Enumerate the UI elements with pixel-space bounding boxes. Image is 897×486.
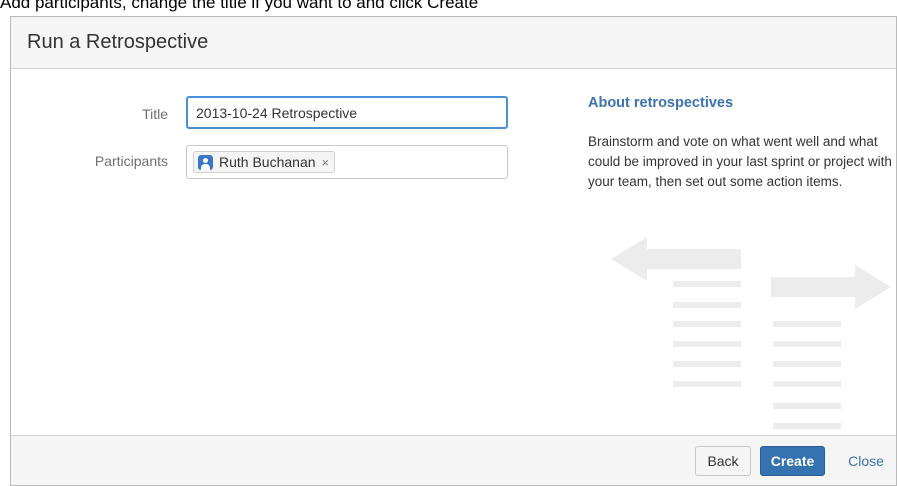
- participants-label: Participants: [94, 153, 168, 169]
- participant-name: Ruth Buchanan: [219, 154, 316, 170]
- title-label: Title: [142, 106, 168, 122]
- instruction-caption: Add participants, change the title if yo…: [0, 0, 479, 12]
- retrospective-illustration: [611, 237, 891, 429]
- right-arrow-icon: [771, 265, 891, 309]
- left-list-lines: [673, 281, 741, 387]
- create-button[interactable]: Create: [760, 446, 825, 476]
- back-button[interactable]: Back: [695, 446, 751, 476]
- about-heading: About retrospectives: [588, 95, 734, 111]
- user-avatar-icon: [198, 154, 213, 170]
- participant-chip[interactable]: Ruth Buchanan ×: [193, 151, 336, 173]
- close-link[interactable]: Close: [841, 446, 891, 476]
- dialog-header: Run a Retrospective: [11, 17, 896, 69]
- remove-participant-icon[interactable]: ×: [322, 155, 330, 170]
- about-description: Brainstorm and vote on what went well an…: [588, 134, 892, 189]
- retrospective-dialog: Run a Retrospective Title Participants R…: [10, 16, 897, 486]
- title-input[interactable]: [186, 96, 508, 129]
- dialog-title: Run a Retrospective: [27, 31, 209, 53]
- dialog-footer: Back Create Close: [11, 435, 896, 485]
- participants-field[interactable]: Ruth Buchanan ×: [186, 145, 508, 179]
- left-arrow-icon: [611, 237, 741, 281]
- right-list-lines: [773, 321, 841, 429]
